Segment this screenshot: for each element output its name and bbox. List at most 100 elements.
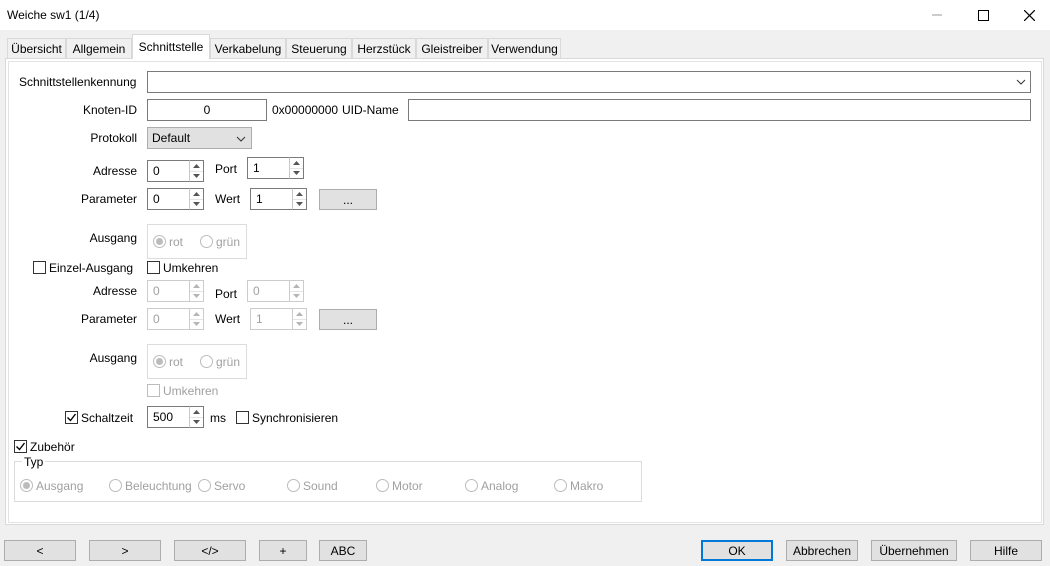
arrow-down-icon[interactable] — [290, 290, 303, 302]
tab-schnittstelle[interactable]: Schnittstelle — [132, 34, 210, 59]
arrow-up-icon[interactable] — [293, 309, 306, 319]
arrow-down-icon[interactable] — [293, 318, 306, 330]
parameter-2-label: Parameter — [80, 312, 137, 326]
radio-type-sound[interactable] — [287, 479, 300, 492]
spinner-arrows[interactable] — [189, 406, 204, 428]
address-label: Adresse — [92, 164, 137, 178]
parameter-spinner[interactable]: 0 — [147, 188, 204, 210]
uid-name-field[interactable] — [408, 99, 1031, 121]
previous-button[interactable]: < — [4, 540, 76, 561]
spinner-arrows[interactable] — [289, 280, 304, 302]
value-spinner[interactable]: 1 — [250, 188, 307, 210]
spinner-arrows[interactable] — [292, 308, 307, 330]
radio-type-ausgang[interactable] — [20, 479, 33, 492]
spinner-arrows[interactable] — [289, 157, 304, 179]
spinner-arrows[interactable] — [189, 308, 204, 330]
radio-rot[interactable] — [153, 235, 166, 248]
tab-verwendung[interactable]: Verwendung — [488, 38, 561, 58]
radio-type-motor[interactable] — [376, 479, 389, 492]
arrow-down-icon[interactable] — [190, 198, 203, 210]
chevron-down-icon — [1016, 79, 1026, 85]
add-button[interactable]: + — [259, 540, 307, 561]
radio-type-analog[interactable] — [465, 479, 478, 492]
invert-checkbox[interactable] — [147, 261, 160, 274]
arrow-up-icon[interactable] — [293, 189, 306, 199]
single-output-checkbox[interactable] — [33, 261, 46, 274]
spinner-arrows[interactable] — [292, 188, 307, 210]
arrow-up-icon[interactable] — [190, 189, 203, 199]
invert-2-checkbox[interactable] — [147, 384, 160, 397]
value-2-spinner[interactable]: 1 — [250, 308, 307, 330]
invert-2-label: Umkehren — [163, 384, 219, 398]
arrow-down-icon[interactable] — [190, 416, 203, 428]
protocol-label: Protokoll — [90, 131, 137, 145]
value-2-value: 1 — [250, 308, 292, 330]
node-id-label: Knoten-ID — [82, 103, 137, 117]
radio-2-rot[interactable] — [153, 355, 166, 368]
address-spinner[interactable]: 0 — [147, 160, 204, 182]
maximize-button[interactable] — [960, 0, 1006, 30]
address-value: 0 — [147, 160, 189, 182]
abc-button[interactable]: ABC — [319, 540, 367, 561]
arrow-up-icon[interactable] — [190, 407, 203, 417]
switch-time-checkbox[interactable] — [65, 411, 78, 424]
tab-uebersicht[interactable]: Übersicht — [7, 38, 66, 58]
help-button[interactable]: Hilfe — [970, 540, 1042, 561]
arrow-down-icon[interactable] — [190, 170, 203, 182]
type-beleuchtung-label: Beleuchtung — [125, 479, 192, 493]
single-output-label: Einzel-Ausgang — [49, 261, 134, 275]
value-value: 1 — [250, 188, 292, 210]
node-id-field[interactable]: 0 — [147, 99, 267, 121]
radio-type-makro[interactable] — [554, 479, 567, 492]
port-spinner[interactable]: 1 — [247, 157, 304, 179]
type-sound-label: Sound — [303, 479, 338, 493]
port-2-value: 0 — [247, 280, 289, 302]
arrow-down-icon[interactable] — [190, 318, 203, 330]
tab-verkabelung[interactable]: Verkabelung — [210, 38, 286, 58]
tab-label: Verwendung — [491, 41, 558, 56]
arrow-down-icon[interactable] — [293, 198, 306, 210]
cancel-button[interactable]: Abbrechen — [786, 540, 858, 561]
radio-type-beleuchtung[interactable] — [109, 479, 122, 492]
radio-gruen-label: grün — [216, 235, 241, 249]
next-button[interactable]: > — [89, 540, 161, 561]
protocol-select[interactable]: Default — [147, 127, 252, 149]
more-button[interactable]: ... — [319, 189, 377, 210]
arrow-down-icon[interactable] — [290, 167, 303, 179]
apply-button[interactable]: Übernehmen — [871, 540, 957, 561]
interface-id-combo[interactable] — [147, 71, 1031, 93]
switch-time-label: Schaltzeit — [81, 411, 134, 425]
accessory-checkbox[interactable] — [14, 440, 27, 453]
close-button[interactable] — [1006, 0, 1050, 30]
ok-button[interactable]: OK — [701, 540, 773, 561]
radio-type-servo[interactable] — [198, 479, 211, 492]
tab-steuerung[interactable]: Steuerung — [286, 38, 352, 58]
arrow-up-icon[interactable] — [290, 281, 303, 291]
minimize-button[interactable] — [914, 0, 960, 30]
address-2-spinner[interactable]: 0 — [147, 280, 204, 302]
radio-gruen[interactable] — [200, 235, 213, 248]
tab-allgemein[interactable]: Allgemein — [66, 38, 132, 58]
node-id-hex: 0x00000000 — [272, 103, 339, 117]
arrow-down-icon[interactable] — [190, 290, 203, 302]
arrow-up-icon[interactable] — [190, 309, 203, 319]
arrow-up-icon[interactable] — [290, 158, 303, 168]
sync-checkbox[interactable] — [236, 411, 249, 424]
spinner-arrows[interactable] — [189, 280, 204, 302]
port-2-spinner[interactable]: 0 — [247, 280, 304, 302]
spinner-arrows[interactable] — [189, 188, 204, 210]
tab-gleistreiber[interactable]: Gleistreiber — [416, 38, 488, 58]
radio-2-gruen[interactable] — [200, 355, 213, 368]
more-2-button[interactable]: ... — [319, 309, 377, 330]
arrow-up-icon[interactable] — [190, 281, 203, 291]
output-2-label: Ausgang — [89, 351, 137, 365]
type-motor-label: Motor — [392, 479, 423, 493]
parameter-2-spinner[interactable]: 0 — [147, 308, 204, 330]
tab-herzstueck[interactable]: Herzstück — [352, 38, 416, 58]
accessory-label: Zubehör — [30, 440, 75, 454]
switch-time-spinner[interactable]: 500 — [147, 406, 204, 428]
spinner-arrows[interactable] — [189, 160, 204, 182]
arrow-up-icon[interactable] — [190, 161, 203, 171]
maximize-icon — [977, 9, 989, 21]
code-button[interactable]: </> — [174, 540, 246, 561]
